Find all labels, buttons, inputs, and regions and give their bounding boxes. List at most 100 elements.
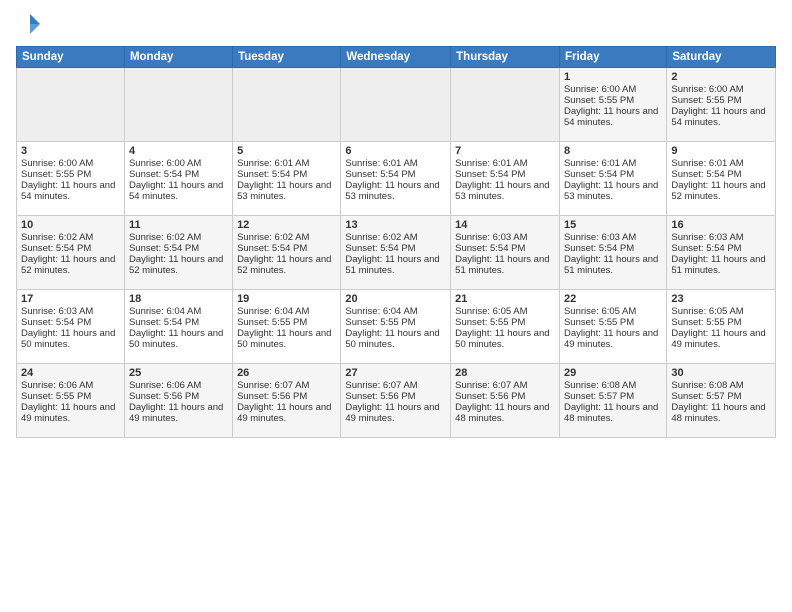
calendar-cell: 24 Sunrise: 6:06 AM Sunset: 5:55 PM Dayl… (17, 364, 125, 438)
daylight-label: Daylight: 11 hours and 51 minutes. (564, 254, 658, 276)
calendar-cell: 30 Sunrise: 6:08 AM Sunset: 5:57 PM Dayl… (667, 364, 776, 438)
sunrise-label: Sunrise: 6:03 AM (564, 232, 636, 243)
daylight-label: Daylight: 11 hours and 50 minutes. (21, 328, 115, 350)
page: SundayMondayTuesdayWednesdayThursdayFrid… (0, 0, 792, 612)
daylight-label: Daylight: 11 hours and 53 minutes. (345, 180, 439, 202)
sunrise-label: Sunrise: 6:01 AM (345, 158, 417, 169)
sunrise-label: Sunrise: 6:03 AM (455, 232, 527, 243)
sunrise-label: Sunrise: 6:00 AM (129, 158, 201, 169)
calendar-cell: 11 Sunrise: 6:02 AM Sunset: 5:54 PM Dayl… (124, 216, 232, 290)
sunset-label: Sunset: 5:56 PM (455, 391, 525, 402)
day-number: 11 (129, 219, 228, 231)
calendar-cell: 5 Sunrise: 6:01 AM Sunset: 5:54 PM Dayli… (233, 142, 341, 216)
calendar-cell: 9 Sunrise: 6:01 AM Sunset: 5:54 PM Dayli… (667, 142, 776, 216)
sunrise-label: Sunrise: 6:07 AM (237, 380, 309, 391)
calendar-cell: 22 Sunrise: 6:05 AM Sunset: 5:55 PM Dayl… (559, 290, 666, 364)
calendar-cell: 23 Sunrise: 6:05 AM Sunset: 5:55 PM Dayl… (667, 290, 776, 364)
calendar-cell: 25 Sunrise: 6:06 AM Sunset: 5:56 PM Dayl… (124, 364, 232, 438)
calendar-cell: 7 Sunrise: 6:01 AM Sunset: 5:54 PM Dayli… (451, 142, 560, 216)
logo-icon (16, 10, 44, 38)
weekday-header-sunday: Sunday (17, 47, 125, 68)
calendar-cell: 6 Sunrise: 6:01 AM Sunset: 5:54 PM Dayli… (341, 142, 451, 216)
calendar-cell (451, 68, 560, 142)
sunset-label: Sunset: 5:54 PM (455, 243, 525, 254)
daylight-label: Daylight: 11 hours and 54 minutes. (21, 180, 115, 202)
calendar-cell: 29 Sunrise: 6:08 AM Sunset: 5:57 PM Dayl… (559, 364, 666, 438)
calendar-cell: 16 Sunrise: 6:03 AM Sunset: 5:54 PM Dayl… (667, 216, 776, 290)
sunset-label: Sunset: 5:54 PM (129, 169, 199, 180)
sunrise-label: Sunrise: 6:08 AM (564, 380, 636, 391)
calendar-week-row: 10 Sunrise: 6:02 AM Sunset: 5:54 PM Dayl… (17, 216, 776, 290)
sunset-label: Sunset: 5:54 PM (671, 243, 741, 254)
sunrise-label: Sunrise: 6:00 AM (21, 158, 93, 169)
sunrise-label: Sunrise: 6:06 AM (21, 380, 93, 391)
daylight-label: Daylight: 11 hours and 50 minutes. (455, 328, 549, 350)
sunset-label: Sunset: 5:54 PM (455, 169, 525, 180)
sunrise-label: Sunrise: 6:00 AM (671, 84, 743, 95)
weekday-header-monday: Monday (124, 47, 232, 68)
sunset-label: Sunset: 5:54 PM (564, 169, 634, 180)
daylight-label: Daylight: 11 hours and 49 minutes. (21, 402, 115, 424)
day-number: 13 (345, 219, 446, 231)
sunrise-label: Sunrise: 6:01 AM (671, 158, 743, 169)
day-number: 14 (455, 219, 555, 231)
sunrise-label: Sunrise: 6:04 AM (237, 306, 309, 317)
calendar-cell: 1 Sunrise: 6:00 AM Sunset: 5:55 PM Dayli… (559, 68, 666, 142)
header (16, 10, 776, 38)
calendar-cell: 10 Sunrise: 6:02 AM Sunset: 5:54 PM Dayl… (17, 216, 125, 290)
sunrise-label: Sunrise: 6:06 AM (129, 380, 201, 391)
daylight-label: Daylight: 11 hours and 53 minutes. (455, 180, 549, 202)
day-number: 15 (564, 219, 662, 231)
sunrise-label: Sunrise: 6:05 AM (564, 306, 636, 317)
weekday-header-saturday: Saturday (667, 47, 776, 68)
sunrise-label: Sunrise: 6:07 AM (455, 380, 527, 391)
sunset-label: Sunset: 5:54 PM (345, 243, 415, 254)
calendar-cell: 28 Sunrise: 6:07 AM Sunset: 5:56 PM Dayl… (451, 364, 560, 438)
day-number: 29 (564, 367, 662, 379)
day-number: 20 (345, 293, 446, 305)
day-number: 19 (237, 293, 336, 305)
day-number: 27 (345, 367, 446, 379)
day-number: 12 (237, 219, 336, 231)
day-number: 30 (671, 367, 771, 379)
sunrise-label: Sunrise: 6:04 AM (129, 306, 201, 317)
sunset-label: Sunset: 5:55 PM (564, 317, 634, 328)
daylight-label: Daylight: 11 hours and 52 minutes. (129, 254, 223, 276)
calendar-week-row: 3 Sunrise: 6:00 AM Sunset: 5:55 PM Dayli… (17, 142, 776, 216)
day-number: 25 (129, 367, 228, 379)
calendar-cell: 19 Sunrise: 6:04 AM Sunset: 5:55 PM Dayl… (233, 290, 341, 364)
sunset-label: Sunset: 5:54 PM (237, 243, 307, 254)
daylight-label: Daylight: 11 hours and 53 minutes. (564, 180, 658, 202)
sunset-label: Sunset: 5:55 PM (455, 317, 525, 328)
daylight-label: Daylight: 11 hours and 50 minutes. (345, 328, 439, 350)
calendar-cell: 20 Sunrise: 6:04 AM Sunset: 5:55 PM Dayl… (341, 290, 451, 364)
daylight-label: Daylight: 11 hours and 48 minutes. (455, 402, 549, 424)
calendar-cell (17, 68, 125, 142)
daylight-label: Daylight: 11 hours and 52 minutes. (671, 180, 765, 202)
calendar-cell: 12 Sunrise: 6:02 AM Sunset: 5:54 PM Dayl… (233, 216, 341, 290)
day-number: 24 (21, 367, 120, 379)
sunrise-label: Sunrise: 6:02 AM (237, 232, 309, 243)
day-number: 8 (564, 145, 662, 157)
daylight-label: Daylight: 11 hours and 50 minutes. (129, 328, 223, 350)
sunset-label: Sunset: 5:54 PM (21, 317, 91, 328)
daylight-label: Daylight: 11 hours and 51 minutes. (455, 254, 549, 276)
day-number: 23 (671, 293, 771, 305)
day-number: 6 (345, 145, 446, 157)
day-number: 5 (237, 145, 336, 157)
daylight-label: Daylight: 11 hours and 49 minutes. (345, 402, 439, 424)
day-number: 4 (129, 145, 228, 157)
daylight-label: Daylight: 11 hours and 54 minutes. (564, 106, 658, 128)
sunset-label: Sunset: 5:54 PM (345, 169, 415, 180)
daylight-label: Daylight: 11 hours and 51 minutes. (671, 254, 765, 276)
sunset-label: Sunset: 5:55 PM (671, 317, 741, 328)
sunrise-label: Sunrise: 6:05 AM (671, 306, 743, 317)
sunset-label: Sunset: 5:56 PM (345, 391, 415, 402)
calendar-header-row: SundayMondayTuesdayWednesdayThursdayFrid… (17, 47, 776, 68)
daylight-label: Daylight: 11 hours and 52 minutes. (237, 254, 331, 276)
calendar-cell: 8 Sunrise: 6:01 AM Sunset: 5:54 PM Dayli… (559, 142, 666, 216)
sunrise-label: Sunrise: 6:01 AM (564, 158, 636, 169)
daylight-label: Daylight: 11 hours and 53 minutes. (237, 180, 331, 202)
daylight-label: Daylight: 11 hours and 48 minutes. (671, 402, 765, 424)
sunset-label: Sunset: 5:54 PM (564, 243, 634, 254)
